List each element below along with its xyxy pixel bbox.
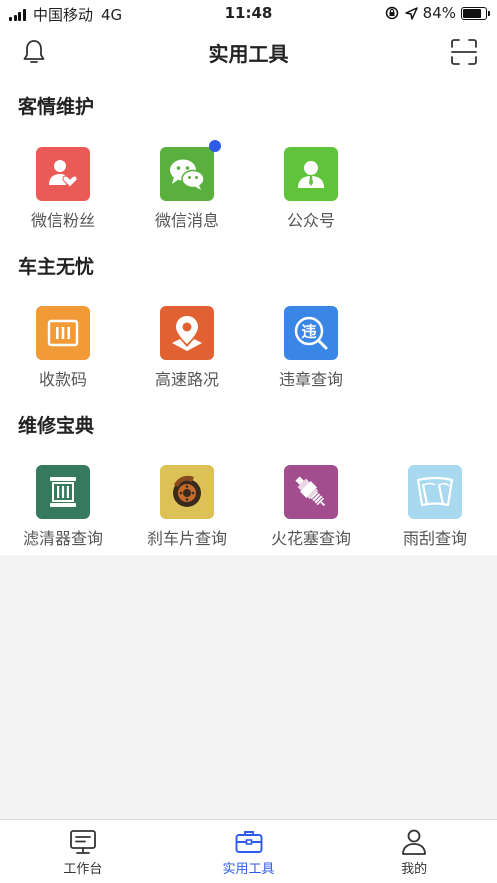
battery-fill bbox=[463, 8, 482, 18]
fans-icon bbox=[49, 160, 78, 188]
tab-bar: 工作台 实用工具 我的 bbox=[0, 819, 497, 883]
wechat-icon bbox=[170, 159, 205, 190]
rotation-lock-icon bbox=[385, 6, 398, 20]
tool-label: 刹车片查询 bbox=[146, 529, 227, 548]
location-arrow-icon bbox=[404, 6, 418, 20]
tools-panel: 客情维护 微信粉丝 微信消息 公众号 车主无忧 收款码 高速路况 违 违章查询 … bbox=[0, 78, 497, 555]
tool-label: 雨刮查询 bbox=[402, 529, 467, 548]
spark-plug-icon bbox=[295, 476, 326, 507]
tool-label: 微信粉丝 bbox=[30, 211, 95, 230]
tool-icon-bg bbox=[160, 147, 214, 201]
tool-official-account[interactable]: 公众号 bbox=[256, 147, 366, 231]
tool-label: 公众号 bbox=[286, 211, 335, 230]
toolbox-icon bbox=[235, 831, 262, 853]
official-account-icon bbox=[298, 161, 324, 188]
wiper-icon bbox=[416, 476, 454, 507]
tool-icon-bg: 违 bbox=[284, 306, 338, 360]
tool-wiper-search[interactable]: 雨刮查询 bbox=[380, 465, 490, 549]
tool-violation-search[interactable]: 违 违章查询 bbox=[256, 306, 366, 390]
status-bar: 中国移动 4G 11:48 84% bbox=[0, 0, 497, 26]
tab-me[interactable]: 我的 bbox=[331, 820, 497, 883]
tool-icon-bg bbox=[36, 306, 90, 360]
tool-highway-traffic[interactable]: 高速路况 bbox=[132, 306, 242, 390]
tab-label: 我的 bbox=[401, 862, 428, 877]
violation-search-icon: 违 bbox=[294, 316, 328, 350]
tool-brake-pad-search[interactable]: 刹车片查询 bbox=[132, 465, 242, 549]
tab-label: 工作台 bbox=[63, 862, 103, 877]
tool-icon-bg bbox=[160, 306, 214, 360]
tool-label: 高速路况 bbox=[154, 370, 219, 389]
tool-filter-search[interactable]: 滤清器查询 bbox=[8, 465, 118, 549]
battery-icon bbox=[461, 6, 490, 20]
section-title-owner-service: 车主无忧 bbox=[18, 256, 95, 278]
battery-percent: 84% bbox=[422, 4, 456, 22]
tool-icon-bg bbox=[284, 465, 338, 519]
tool-icon-bg bbox=[284, 147, 338, 201]
tool-wechat-messages[interactable]: 微信消息 bbox=[132, 140, 242, 231]
map-pin-icon bbox=[172, 316, 202, 351]
tab-workbench[interactable]: 工作台 bbox=[0, 820, 166, 883]
tool-icon-bg bbox=[160, 465, 214, 519]
filter-icon bbox=[50, 477, 76, 507]
brake-pad-icon bbox=[173, 475, 201, 507]
tab-label: 实用工具 bbox=[222, 862, 275, 877]
workbench-icon bbox=[69, 830, 96, 854]
tool-icon-bg bbox=[36, 147, 90, 201]
tool-label: 收款码 bbox=[38, 370, 87, 389]
status-right: 84% bbox=[385, 4, 490, 22]
tool-label: 微信消息 bbox=[154, 211, 219, 230]
tab-tools[interactable]: 实用工具 bbox=[166, 820, 332, 883]
nav-bar: 实用工具 bbox=[0, 26, 497, 78]
tool-label: 火花塞查询 bbox=[270, 529, 351, 548]
tool-icon-bg bbox=[408, 465, 462, 519]
unread-badge bbox=[209, 140, 221, 152]
section-title-customer-care: 客情维护 bbox=[18, 96, 95, 118]
tool-payment-code[interactable]: 收款码 bbox=[8, 306, 118, 390]
page-title: 实用工具 bbox=[208, 42, 289, 66]
scan-icon[interactable] bbox=[449, 37, 479, 67]
tool-spark-plug-search[interactable]: 火花塞查询 bbox=[256, 465, 366, 549]
tool-label: 违章查询 bbox=[278, 370, 343, 389]
tool-label: 滤清器查询 bbox=[22, 529, 103, 548]
violation-glyph: 违 bbox=[301, 323, 316, 341]
section-title-repair-guide: 维修宝典 bbox=[18, 415, 95, 437]
tool-wechat-fans[interactable]: 微信粉丝 bbox=[8, 147, 118, 231]
payment-code-icon bbox=[47, 319, 79, 347]
user-icon bbox=[402, 829, 427, 855]
tool-icon-bg bbox=[36, 465, 90, 519]
